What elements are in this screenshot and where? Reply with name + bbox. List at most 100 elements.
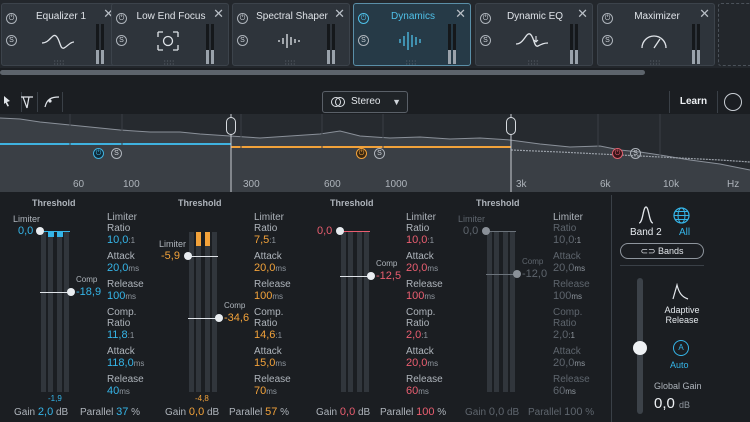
solo-icon[interactable]: S: [237, 35, 248, 46]
comp-attack-value[interactable]: 15,0ms: [254, 357, 286, 369]
limiter-threshold-value[interactable]: 0,0: [18, 225, 33, 237]
crossover-handle[interactable]: [506, 117, 516, 135]
draw-tool-icon[interactable]: [16, 92, 38, 112]
close-icon[interactable]: ✕: [577, 7, 588, 20]
parallel-control[interactable]: Parallel 57 %: [229, 406, 289, 418]
band-scope-label[interactable]: Band 2: [630, 227, 662, 238]
comp-threshold-handle[interactable]: [367, 272, 375, 280]
limiter-attack-value[interactable]: 20,0ms: [406, 262, 438, 274]
crossover-handle[interactable]: [226, 117, 236, 135]
global-gain-value[interactable]: 0,0 dB: [654, 395, 690, 412]
solo-icon[interactable]: S: [480, 35, 491, 46]
module-low-end-focus[interactable]: ⏻ S Low End Focus ✕ ∷∷: [111, 3, 229, 67]
limiter-ratio-value[interactable]: 10,0:1: [553, 234, 581, 246]
limiter-release-value[interactable]: 100ms: [553, 290, 582, 302]
comp-threshold-line[interactable]: [486, 274, 516, 275]
limiter-attack-value[interactable]: 20,0ms: [254, 262, 286, 274]
drag-handle[interactable]: ∷∷: [650, 59, 661, 67]
power-icon[interactable]: ⏻: [358, 13, 369, 24]
comp-threshold-value[interactable]: -34,6: [224, 312, 249, 324]
close-icon[interactable]: ✕: [213, 7, 224, 20]
scrollbar-thumb[interactable]: [0, 70, 645, 75]
limiter-threshold-value[interactable]: 0,0: [317, 225, 332, 237]
band3-solo-icon[interactable]: S: [630, 148, 641, 159]
comp-threshold-line[interactable]: [340, 276, 370, 277]
comp-threshold-handle[interactable]: [513, 270, 521, 278]
limiter-ratio-value[interactable]: 10,0:1: [107, 234, 135, 246]
band1-power-icon[interactable]: ⏻: [93, 148, 104, 159]
module-spectral-shaper[interactable]: ⏻ S Spectral Shaper ✕ ∷∷: [232, 3, 350, 67]
comp-ratio-value[interactable]: 14,6:1: [254, 329, 282, 341]
comp-ratio-value[interactable]: 2,0:1: [406, 329, 428, 341]
add-module-slot[interactable]: [718, 3, 750, 66]
parallel-control[interactable]: Parallel 100 %: [380, 406, 446, 418]
global-gain-knob[interactable]: [633, 341, 647, 355]
comp-release-value[interactable]: 60ms: [553, 385, 576, 397]
adaptive-release-icon[interactable]: [670, 283, 690, 301]
gain-control[interactable]: Gain 0,0 dB: [165, 406, 219, 418]
solo-icon[interactable]: S: [116, 35, 127, 46]
limiter-threshold-value[interactable]: 0,0: [463, 225, 478, 237]
limiter-threshold-handle[interactable]: [482, 227, 490, 235]
comp-attack-value[interactable]: 118,0ms: [107, 357, 144, 369]
comp-threshold-value[interactable]: -18,9: [76, 286, 101, 298]
globe-icon[interactable]: [673, 207, 690, 224]
limiter-ratio-value[interactable]: 7,5:1: [254, 234, 276, 246]
close-icon[interactable]: ✕: [334, 7, 345, 20]
drag-handle[interactable]: ∷∷: [164, 59, 175, 67]
module-maximizer[interactable]: ⏻ S Maximizer ✕ ∷∷: [597, 3, 715, 67]
all-bands-label[interactable]: All: [679, 227, 690, 238]
module-scrollbar[interactable]: [0, 70, 750, 76]
comp-threshold-line[interactable]: [40, 292, 70, 293]
drag-handle[interactable]: ∷∷: [54, 59, 65, 67]
close-icon[interactable]: ✕: [455, 7, 466, 20]
comp-attack-value[interactable]: 20,0ms: [406, 357, 438, 369]
gain-control[interactable]: Gain 0,0 dB: [465, 406, 519, 418]
gain-control[interactable]: Gain 2,0 dB: [14, 406, 68, 418]
comp-attack-value[interactable]: 20,0ms: [553, 357, 585, 369]
comp-release-value[interactable]: 40ms: [107, 385, 130, 397]
power-icon[interactable]: ⏻: [6, 13, 17, 24]
drag-handle[interactable]: ∷∷: [528, 59, 539, 67]
limiter-threshold-value[interactable]: -5,9: [161, 250, 180, 262]
auto-icon[interactable]: A: [673, 340, 689, 356]
gain-control[interactable]: Gain 0,0 dB: [316, 406, 370, 418]
drag-handle[interactable]: ∷∷: [285, 59, 296, 67]
limiter-ratio-value[interactable]: 10,0:1: [406, 234, 434, 246]
limiter-threshold-line[interactable]: [340, 231, 370, 232]
comp-release-value[interactable]: 60ms: [406, 385, 429, 397]
close-icon[interactable]: ✕: [699, 7, 710, 20]
limiter-release-value[interactable]: 100ms: [406, 290, 435, 302]
solo-icon[interactable]: S: [602, 35, 613, 46]
comp-ratio-value[interactable]: 11,8:1: [107, 329, 134, 341]
band1-solo-icon[interactable]: S: [111, 148, 122, 159]
solo-icon[interactable]: S: [6, 35, 17, 46]
comp-threshold-line[interactable]: [188, 318, 218, 319]
module-dynamics[interactable]: ⏻ S Dynamics ✕ ∷∷: [353, 3, 471, 67]
power-icon[interactable]: ⏻: [480, 13, 491, 24]
parallel-control[interactable]: Parallel 100 %: [528, 406, 594, 418]
limiter-threshold-handle[interactable]: [336, 227, 344, 235]
band3-power-icon[interactable]: ⏻: [612, 148, 623, 159]
power-icon[interactable]: ⏻: [116, 13, 127, 24]
comp-release-value[interactable]: 70ms: [254, 385, 277, 397]
limiter-threshold-handle[interactable]: [184, 252, 192, 260]
spectrum-display[interactable]: ⏻ S ⏻ S ⏻ S 60 100 300 600 1000 3k 6k 10…: [0, 114, 750, 192]
comp-threshold-value[interactable]: -12,0: [522, 268, 547, 280]
comp-threshold-value[interactable]: -12,5: [376, 270, 401, 282]
solo-icon[interactable]: S: [358, 35, 369, 46]
module-equalizer[interactable]: ⏻ S Equalizer 1 ✕ ∷∷: [1, 3, 119, 67]
band2-power-icon[interactable]: ⏻: [356, 148, 367, 159]
module-dynamic-eq[interactable]: ⏻ S Dynamic EQ ✕ ∷∷: [475, 3, 593, 67]
comp-threshold-handle[interactable]: [67, 288, 75, 296]
learn-button[interactable]: Learn: [669, 91, 718, 113]
bands-button[interactable]: ⊂⊃ Bands: [620, 243, 704, 259]
power-icon[interactable]: ⏻: [602, 13, 613, 24]
limiter-threshold-line[interactable]: [486, 231, 516, 232]
limiter-attack-value[interactable]: 20,0ms: [553, 262, 585, 274]
limiter-release-value[interactable]: 100ms: [107, 290, 136, 302]
curve-tool-icon[interactable]: [41, 92, 63, 112]
limiter-release-value[interactable]: 100ms: [254, 290, 283, 302]
limiter-threshold-line[interactable]: [188, 256, 218, 257]
limiter-threshold-handle[interactable]: [36, 227, 44, 235]
